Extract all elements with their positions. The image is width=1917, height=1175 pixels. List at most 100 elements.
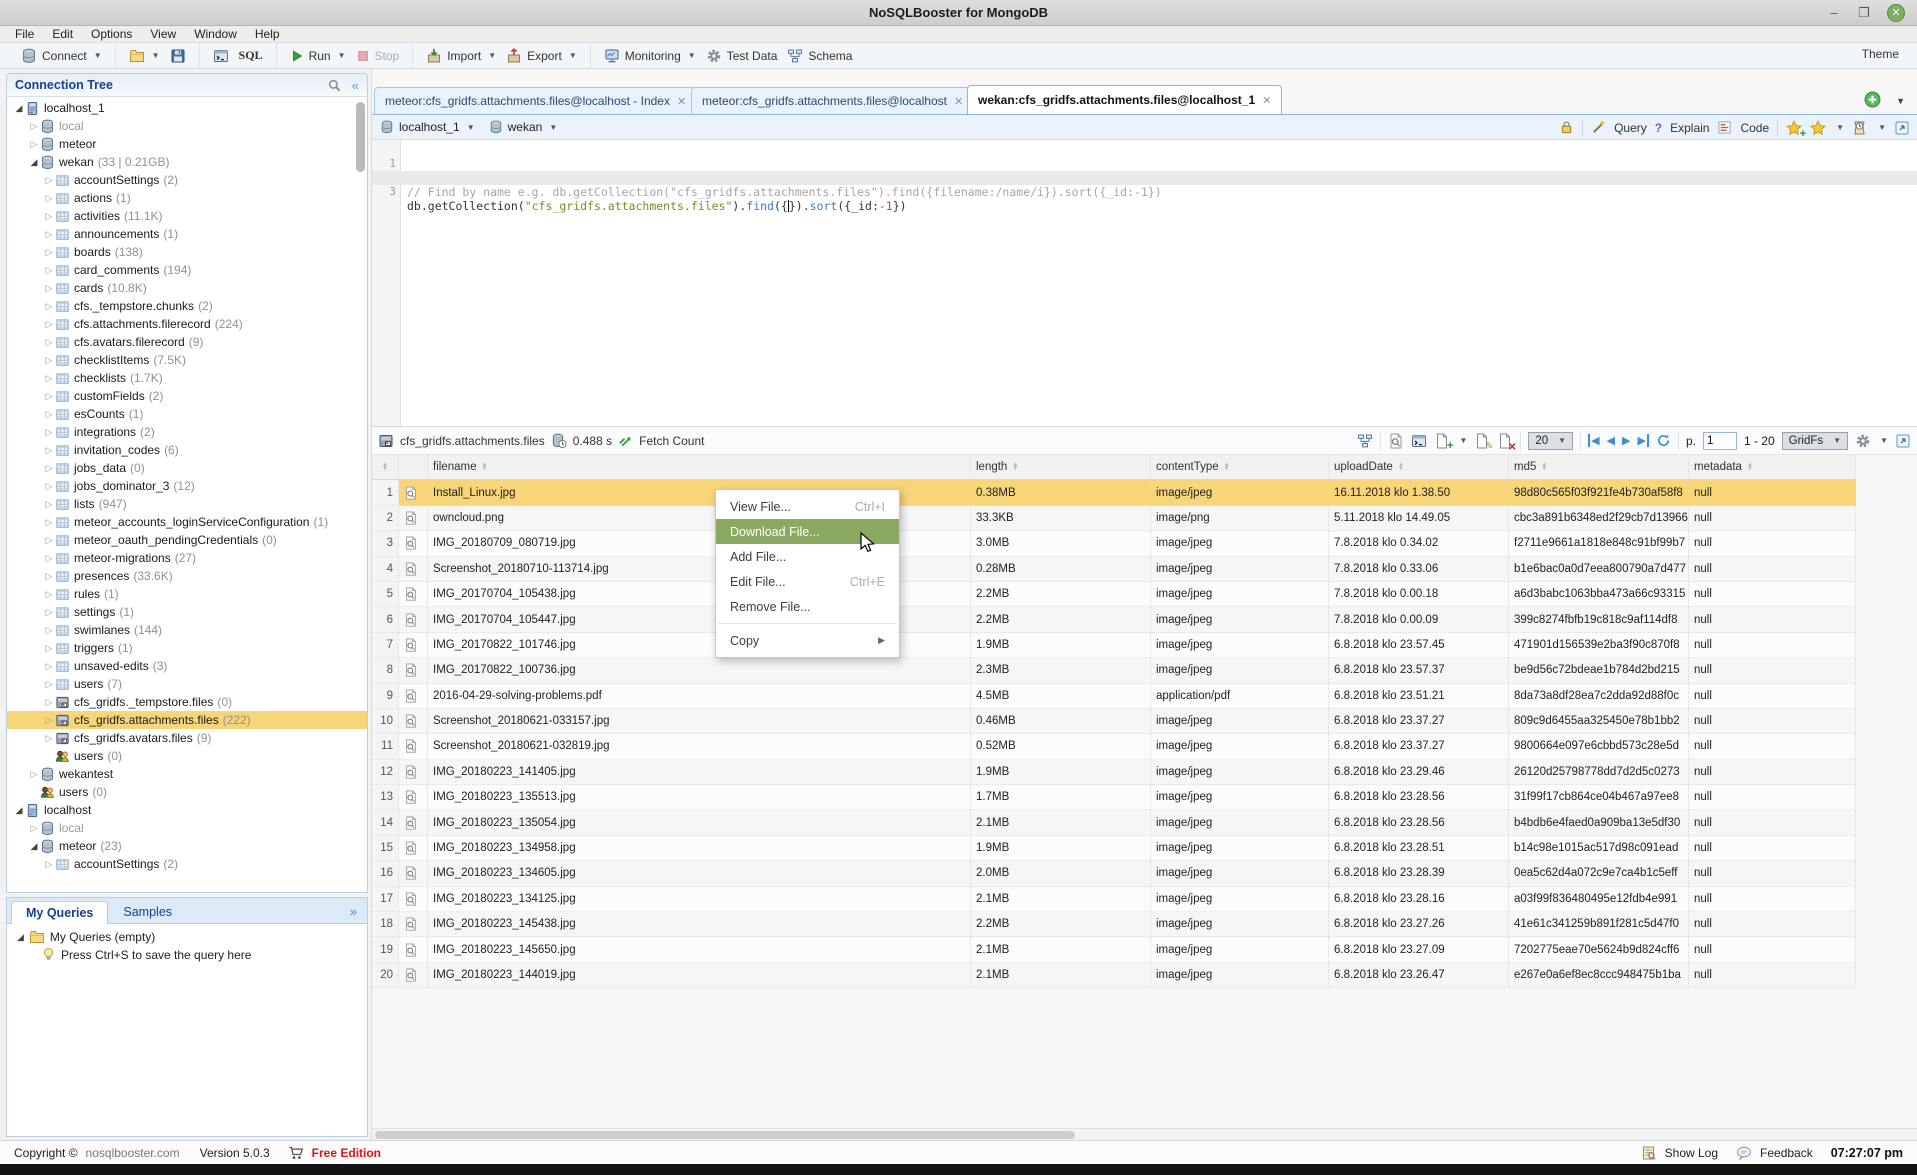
- cell-length[interactable]: 2.2MB: [971, 582, 1151, 607]
- collapse-sidebar-icon[interactable]: «: [352, 78, 359, 93]
- collapsed-arrow-icon[interactable]: ▷: [43, 265, 55, 276]
- tree-item-integrations[interactable]: ▷integrations(2): [7, 423, 367, 441]
- minimize-button[interactable]: –: [1825, 4, 1843, 22]
- collapsed-arrow-icon[interactable]: ▷: [43, 319, 55, 330]
- tree-item-unsaved-edits[interactable]: ▷unsaved-edits(3): [7, 657, 367, 675]
- cell-md5[interactable]: 8da73a8df28ea7c2dda92d88f0c: [1509, 684, 1689, 709]
- preview-cell[interactable]: [399, 557, 428, 582]
- collapsed-arrow-icon[interactable]: ▷: [43, 409, 55, 420]
- preview-cell[interactable]: [399, 861, 428, 886]
- console-view-icon[interactable]: [1411, 433, 1427, 449]
- tab-close-icon[interactable]: ✕: [677, 95, 686, 108]
- schema-button[interactable]: Schema: [782, 48, 857, 64]
- collapsed-arrow-icon[interactable]: ▷: [28, 769, 40, 780]
- table-row[interactable]: 16IMG_20180223_134605.jpg2.0MBimage/jpeg…: [372, 861, 1917, 886]
- context-menu-item-copy[interactable]: Copy▶: [716, 628, 899, 653]
- analyze-schema-icon[interactable]: [1357, 433, 1373, 449]
- add-document-button[interactable]: +: [1434, 433, 1450, 449]
- cell-filename[interactable]: Screenshot_20180621-032819.jpg: [428, 734, 971, 759]
- preview-cell[interactable]: [399, 582, 428, 607]
- run-button[interactable]: Run ▼: [285, 49, 351, 63]
- menu-item-window[interactable]: Window: [185, 27, 246, 41]
- tree-item-presences[interactable]: ▷presences(33.6K): [7, 567, 367, 585]
- tree-item-cfs-avatars-filerecord[interactable]: ▷cfs.avatars.filerecord(9): [7, 333, 367, 351]
- collapsed-arrow-icon[interactable]: ▷: [43, 391, 55, 402]
- preview-cell[interactable]: [399, 709, 428, 734]
- cell-filename[interactable]: IMG_20180223_134958.jpg: [428, 836, 971, 861]
- cell-filename[interactable]: IMG_20180223_134125.jpg: [428, 887, 971, 912]
- tab-close-icon[interactable]: ✕: [954, 95, 963, 108]
- cell-md5[interactable]: cbc3a891b6348ed2f29cb7d13966: [1509, 506, 1689, 531]
- tree-item-localhost-1[interactable]: ◢localhost_1: [7, 99, 367, 117]
- cell-md5[interactable]: b14c98e1015ac517d98c091ead: [1509, 836, 1689, 861]
- cell-md5[interactable]: 41e61c341259b891f281c5d47f0: [1509, 912, 1689, 937]
- cell-length[interactable]: 33.3KB: [971, 506, 1151, 531]
- collapsed-arrow-icon[interactable]: ▷: [43, 715, 55, 726]
- cell-length[interactable]: 2.3MB: [971, 658, 1151, 683]
- menu-item-view[interactable]: View: [141, 27, 185, 41]
- cell-md5[interactable]: 471901d156539e2ba3f90c870f8: [1509, 633, 1689, 658]
- cell-uploadDate[interactable]: 6.8.2018 klo 23.28.39: [1329, 861, 1509, 886]
- cell-length[interactable]: 1.9MB: [971, 836, 1151, 861]
- theme-button[interactable]: Theme: [1862, 47, 1899, 61]
- cell-md5[interactable]: 0ea5c62d4a072c9e7ca4b1c5eff: [1509, 861, 1689, 886]
- table-row[interactable]: 10Screenshot_20180621-033157.jpg0.46MBim…: [372, 709, 1917, 734]
- tree-item-localhost[interactable]: ◢localhost: [7, 801, 367, 819]
- cell-uploadDate[interactable]: 6.8.2018 klo 23.37.27: [1329, 709, 1509, 734]
- cell-filename[interactable]: IMG_20180223_141405.jpg: [428, 760, 971, 785]
- collapsed-arrow-icon[interactable]: ▷: [43, 589, 55, 600]
- collapsed-arrow-icon[interactable]: ▷: [43, 679, 55, 690]
- table-row[interactable]: 12IMG_20180223_141405.jpg1.9MBimage/jpeg…: [372, 760, 1917, 785]
- tree-item-swimlanes[interactable]: ▷swimlanes(144): [7, 621, 367, 639]
- tree-item-settings[interactable]: ▷settings(1): [7, 603, 367, 621]
- cell-filename[interactable]: IMG_20180223_134605.jpg: [428, 861, 971, 886]
- cell-contentType[interactable]: image/jpeg: [1151, 734, 1329, 759]
- menu-item-file[interactable]: File: [6, 27, 43, 41]
- cell-md5[interactable]: 399c8274fbfb19c818c9af114df8: [1509, 607, 1689, 632]
- view-document-icon[interactable]: [1388, 433, 1404, 449]
- cell-uploadDate[interactable]: 6.8.2018 klo 23.57.45: [1329, 633, 1509, 658]
- cell-md5[interactable]: b1e6bac0a0d7eea800790a7d477: [1509, 557, 1689, 582]
- site-link[interactable]: nosqlbooster.com: [86, 1146, 180, 1160]
- stop-button[interactable]: Stop: [351, 49, 405, 63]
- cell-contentType[interactable]: image/jpeg: [1151, 785, 1329, 810]
- tree-item-announcements[interactable]: ▷announcements(1): [7, 225, 367, 243]
- collapsed-arrow-icon[interactable]: ▷: [43, 355, 55, 366]
- editor-tab[interactable]: meteor:cfs_gridfs.attachments.files@loca…: [374, 87, 697, 114]
- preview-cell[interactable]: [399, 506, 428, 531]
- cell-md5[interactable]: 31f99f17cb864ce04b467a97ee8: [1509, 785, 1689, 810]
- collapsed-arrow-icon[interactable]: ▷: [43, 643, 55, 654]
- collapsed-arrow-icon[interactable]: ▷: [43, 445, 55, 456]
- cell-contentType[interactable]: image/jpeg: [1151, 607, 1329, 632]
- cell-metadata[interactable]: null: [1689, 557, 1856, 582]
- table-row[interactable]: 5IMG_20170704_105438.jpg2.2MBimage/jpeg7…: [372, 582, 1917, 607]
- table-row[interactable]: 11Screenshot_20180621-032819.jpg0.52MBim…: [372, 734, 1917, 759]
- context-menu-item-remove-file-[interactable]: Remove File...: [716, 594, 899, 619]
- cell-contentType[interactable]: image/jpeg: [1151, 963, 1329, 988]
- collapsed-arrow-icon[interactable]: ▷: [43, 499, 55, 510]
- cell-uploadDate[interactable]: 6.8.2018 klo 23.37.27: [1329, 734, 1509, 759]
- cell-filename[interactable]: IMG_20180223_145438.jpg: [428, 912, 971, 937]
- context-menu-item-edit-file-[interactable]: Edit File...Ctrl+E: [716, 569, 899, 594]
- tree-item-cards[interactable]: ▷cards(10.8K): [7, 279, 367, 297]
- history-dropdown-caret[interactable]: ▼: [1878, 123, 1886, 132]
- lock-icon[interactable]: [1559, 120, 1574, 135]
- tree-item-meteor[interactable]: ◢meteor(23): [7, 837, 367, 855]
- cell-filename[interactable]: IMG_20170822_100736.jpg: [428, 658, 971, 683]
- cell-uploadDate[interactable]: 6.8.2018 klo 23.57.37: [1329, 658, 1509, 683]
- export-button[interactable]: Export ▼: [501, 48, 582, 64]
- cell-md5[interactable]: f2711e9661a1818e848c91bf99b7: [1509, 531, 1689, 556]
- tree-item-wekan[interactable]: ◢wekan(33 | 0.21GB): [7, 153, 367, 171]
- test-data-button[interactable]: Test Data: [701, 48, 783, 64]
- maximize-editor-icon[interactable]: [1894, 120, 1910, 136]
- preview-cell[interactable]: [399, 607, 428, 632]
- cell-uploadDate[interactable]: 7.8.2018 klo 0.34.02: [1329, 531, 1509, 556]
- preview-cell[interactable]: [399, 963, 428, 988]
- cell-uploadDate[interactable]: 6.8.2018 klo 23.51.21: [1329, 684, 1509, 709]
- collapsed-arrow-icon[interactable]: ▷: [43, 553, 55, 564]
- cell-md5[interactable]: a03f99f836480495e12fdb4e991: [1509, 887, 1689, 912]
- collapsed-arrow-icon[interactable]: ▷: [43, 301, 55, 312]
- cell-md5[interactable]: 26120d25798778dd7d2d5c0273: [1509, 760, 1689, 785]
- preview-cell[interactable]: [399, 684, 428, 709]
- collapsed-arrow-icon[interactable]: ▷: [43, 625, 55, 636]
